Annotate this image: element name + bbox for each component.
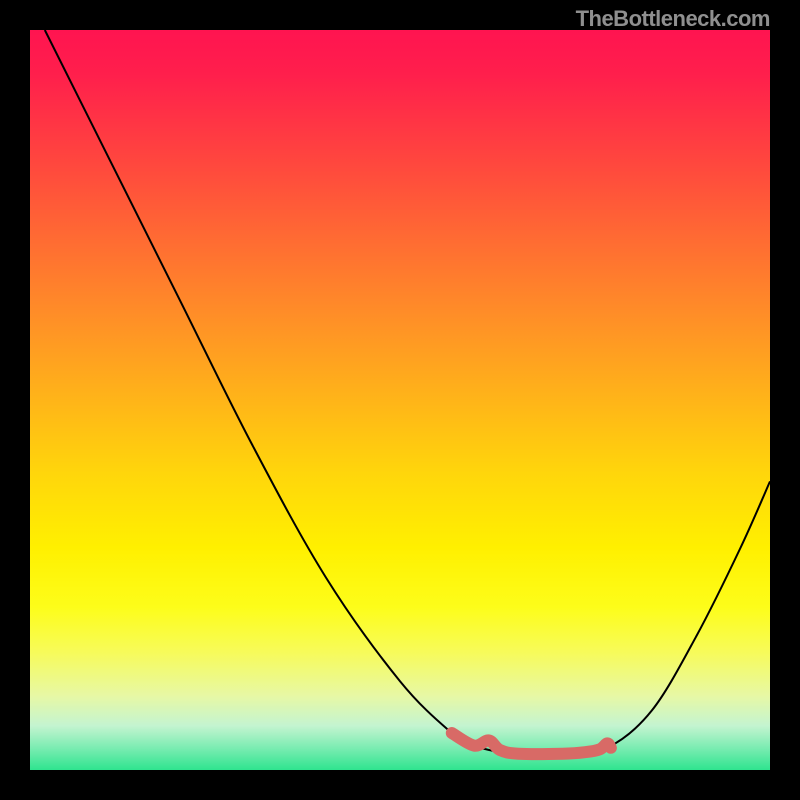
bottleneck-curve <box>45 30 770 754</box>
chart-canvas: TheBottleneck.com <box>0 0 800 800</box>
attribution-text: TheBottleneck.com <box>576 6 770 32</box>
highlight-bumps <box>452 733 611 754</box>
plot-area <box>30 30 770 770</box>
chart-svg <box>30 30 770 770</box>
